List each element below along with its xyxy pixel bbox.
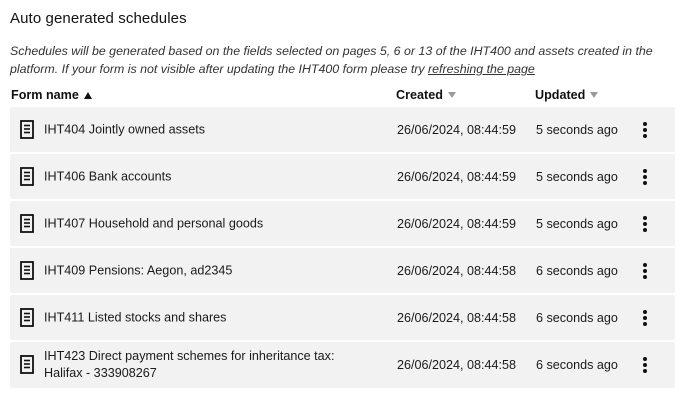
table-row[interactable]: IHT423 Direct payment schemes for inheri… bbox=[10, 342, 675, 388]
column-header-form-name-label: Form name bbox=[11, 88, 79, 102]
refresh-page-link[interactable]: refreshing the page bbox=[428, 62, 535, 76]
document-icon bbox=[20, 214, 34, 233]
more-vertical-icon[interactable] bbox=[638, 167, 652, 187]
form-name[interactable]: IHT406 Bank accounts bbox=[44, 168, 171, 185]
more-vertical-icon[interactable] bbox=[638, 355, 652, 375]
kebab-dot bbox=[643, 133, 647, 138]
section-title: Auto generated schedules bbox=[10, 10, 187, 27]
document-icon bbox=[20, 355, 34, 374]
kebab-dot bbox=[643, 309, 647, 314]
kebab-dot bbox=[643, 315, 647, 320]
schedule-list: IHT404 Jointly owned assets 26/06/2024, … bbox=[10, 107, 675, 390]
more-vertical-icon[interactable] bbox=[638, 308, 652, 328]
updated-time: 5 seconds ago bbox=[536, 122, 618, 137]
sort-ascending-icon bbox=[83, 91, 92, 99]
created-date: 26/06/2024, 08:44:58 bbox=[397, 310, 517, 325]
form-name[interactable]: IHT423 Direct payment schemes for inheri… bbox=[44, 348, 344, 382]
form-name[interactable]: IHT411 Listed stocks and shares bbox=[44, 309, 226, 326]
created-date: 26/06/2024, 08:44:58 bbox=[397, 263, 517, 278]
more-vertical-icon[interactable] bbox=[638, 214, 652, 234]
column-header-updated[interactable]: Updated bbox=[535, 88, 599, 102]
document-icon bbox=[20, 261, 34, 280]
document-icon bbox=[20, 167, 34, 186]
kebab-dot bbox=[643, 369, 647, 373]
kebab-dot bbox=[643, 221, 647, 226]
column-header-form-name[interactable]: Form name bbox=[11, 88, 92, 102]
created-date: 26/06/2024, 08:44:59 bbox=[397, 169, 517, 184]
more-vertical-icon[interactable] bbox=[638, 261, 652, 281]
kebab-dot bbox=[643, 121, 647, 126]
kebab-dot bbox=[643, 127, 647, 132]
kebab-dot bbox=[643, 262, 647, 267]
kebab-dot bbox=[643, 363, 647, 367]
table-row[interactable]: IHT406 Bank accounts 26/06/2024, 08:44:5… bbox=[10, 154, 675, 199]
form-name[interactable]: IHT409 Pensions: Aegon, ad2345 bbox=[44, 262, 232, 279]
kebab-dot bbox=[643, 321, 647, 326]
updated-time: 6 seconds ago bbox=[536, 310, 618, 325]
table-row[interactable]: IHT404 Jointly owned assets 26/06/2024, … bbox=[10, 107, 675, 152]
auto-generated-schedules-panel: Auto generated schedules Schedules will … bbox=[0, 0, 688, 416]
kebab-dot bbox=[643, 357, 647, 361]
description-text: Schedules will be generated based on the… bbox=[10, 44, 653, 76]
created-date: 26/06/2024, 08:44:59 bbox=[397, 122, 517, 137]
form-name[interactable]: IHT407 Household and personal goods bbox=[44, 215, 263, 232]
section-description: Schedules will be generated based on the… bbox=[10, 42, 675, 78]
kebab-dot bbox=[643, 180, 647, 185]
kebab-dot bbox=[643, 215, 647, 220]
updated-time: 5 seconds ago bbox=[536, 169, 618, 184]
column-header-created-label: Created bbox=[396, 88, 443, 102]
created-date: 26/06/2024, 08:44:59 bbox=[397, 216, 517, 231]
more-vertical-icon[interactable] bbox=[638, 120, 652, 140]
table-header: Form name Created Updated bbox=[10, 86, 675, 106]
kebab-dot bbox=[643, 274, 647, 279]
updated-time: 6 seconds ago bbox=[536, 263, 618, 278]
kebab-dot bbox=[643, 168, 647, 173]
column-header-created[interactable]: Created bbox=[396, 88, 456, 102]
form-name[interactable]: IHT404 Jointly owned assets bbox=[44, 121, 205, 138]
document-icon bbox=[20, 308, 34, 327]
sort-descending-icon bbox=[590, 92, 599, 98]
column-header-updated-label: Updated bbox=[535, 88, 586, 102]
table-row[interactable]: IHT407 Household and personal goods 26/0… bbox=[10, 201, 675, 246]
kebab-dot bbox=[643, 268, 647, 273]
updated-time: 5 seconds ago bbox=[536, 216, 618, 231]
created-date: 26/06/2024, 08:44:58 bbox=[397, 358, 517, 372]
document-icon bbox=[20, 120, 34, 139]
kebab-dot bbox=[643, 174, 647, 179]
table-row[interactable]: IHT411 Listed stocks and shares 26/06/20… bbox=[10, 295, 675, 340]
kebab-dot bbox=[643, 227, 647, 232]
sort-descending-icon bbox=[447, 92, 456, 98]
table-row[interactable]: IHT409 Pensions: Aegon, ad2345 26/06/202… bbox=[10, 248, 675, 293]
updated-time: 6 seconds ago bbox=[536, 358, 618, 372]
